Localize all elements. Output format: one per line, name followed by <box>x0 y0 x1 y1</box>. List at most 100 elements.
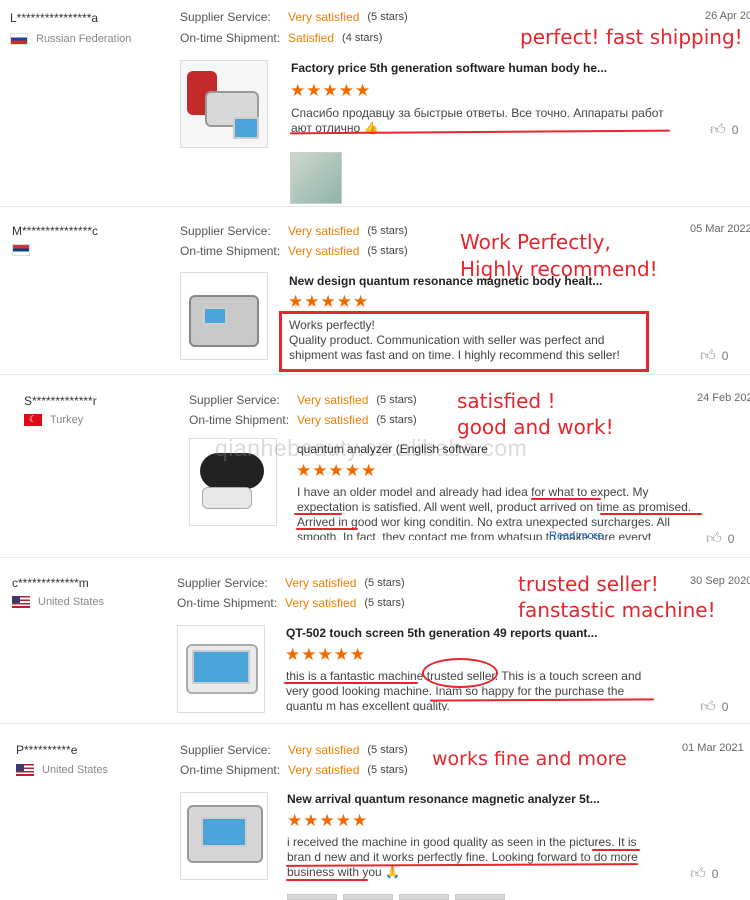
shipment-value: Very satisfied <box>288 763 360 777</box>
shipment-stars: (5 stars) <box>367 764 408 776</box>
review-date: 05 Mar 2022 <box>690 223 750 235</box>
review-photo[interactable] <box>287 894 337 900</box>
review-date: 26 Apr 2022 <box>705 10 750 22</box>
supplier-service-rating: Supplier Service: Very satisfied (5 star… <box>189 393 417 407</box>
review-card: P**********e United States Supplier Serv… <box>0 724 750 900</box>
like-button[interactable]: 👍︎ 0 <box>700 698 728 716</box>
shipment-rating: On-time Shipment: Very satisfied (5 star… <box>189 413 417 427</box>
product-title[interactable]: QT-502 touch screen 5th generation 49 re… <box>286 626 597 640</box>
like-count: 0 <box>731 123 739 137</box>
annotation-note: trusted seller! <box>518 572 659 596</box>
thumbs-up-icon: 👍︎ <box>700 347 716 364</box>
device-screen <box>201 817 247 847</box>
shipment-label: On-time Shipment: <box>180 763 281 777</box>
star-rating: ★★★★★ <box>285 645 367 664</box>
usa-flag-icon <box>12 596 30 608</box>
supplier-service-label: Supplier Service: <box>180 10 271 24</box>
shipment-rating: On-time Shipment: Satisfied (4 stars) <box>180 31 382 45</box>
supplier-service-value: Very satisfied <box>297 393 369 407</box>
star-rating: ★★★★★ <box>288 292 370 311</box>
country-name: United States <box>38 596 105 608</box>
turkey-flag-icon <box>24 413 42 426</box>
device-screen <box>233 117 259 139</box>
supplier-service-value: Very satisfied <box>288 224 360 238</box>
review-date: 24 Feb 2022 <box>697 392 750 404</box>
shipment-value: Very satisfied <box>297 413 369 427</box>
supplier-service-stars: (5 stars) <box>367 11 408 23</box>
thumbs-up-icon: 👍︎ <box>706 530 722 547</box>
read-more-link[interactable]: Read more <box>549 530 603 542</box>
country-name: Turkey <box>50 414 84 426</box>
watermark-text: qianhebeauty.en.alibaba.com <box>215 435 528 461</box>
shipment-rating: On-time Shipment: Very satisfied (5 star… <box>180 763 408 777</box>
product-title[interactable]: New design quantum resonance magnetic bo… <box>289 274 602 288</box>
reviewer-name: P**********e <box>16 743 78 757</box>
reviewer-country: United States <box>16 764 108 776</box>
product-title[interactable]: Factory price 5th generation software hu… <box>291 61 607 75</box>
supplier-service-stars: (5 stars) <box>367 225 408 237</box>
supplier-service-value: Very satisfied <box>285 576 357 590</box>
shipment-label: On-time Shipment: <box>189 413 290 427</box>
annotation-note: perfect! fast shipping! <box>520 25 743 49</box>
supplier-service-label: Supplier Service: <box>189 393 280 407</box>
supplier-service-label: Supplier Service: <box>177 576 268 590</box>
review-photo[interactable] <box>455 894 505 900</box>
like-count: 0 <box>711 867 719 881</box>
review-card: M***************c Supplier Service: Very… <box>0 207 750 375</box>
annotation-underline <box>296 528 358 530</box>
reviewer-country <box>12 244 38 256</box>
like-count: 0 <box>721 349 729 363</box>
shipment-stars: (5 stars) <box>364 597 405 609</box>
shipment-value: Very satisfied <box>285 596 357 610</box>
reviewer-country: United States <box>12 596 104 608</box>
review-photo[interactable] <box>290 152 342 204</box>
device-screen <box>192 650 250 684</box>
highlight-circle <box>422 658 498 688</box>
review-date: 01 Mar 2021 <box>682 742 744 754</box>
supplier-service-value: Very satisfied <box>288 743 360 757</box>
shipment-label: On-time Shipment: <box>180 244 281 258</box>
review-card: c*************m United States Supplier S… <box>0 558 750 724</box>
reviewer-country: Russian Federation <box>10 33 131 45</box>
thumbs-up-icon: 👍︎ <box>710 121 726 138</box>
reviewer-name: c*************m <box>12 576 89 590</box>
product-thumbnail[interactable] <box>180 792 268 880</box>
usa-flag-icon <box>16 764 34 776</box>
star-rating: ★★★★★ <box>296 461 378 480</box>
shipment-rating: On-time Shipment: Very satisfied (5 star… <box>180 244 408 258</box>
annotation-underline <box>284 682 418 684</box>
reviewer-name: L****************a <box>10 11 99 25</box>
country-name: United States <box>42 764 109 776</box>
supplier-service-label: Supplier Service: <box>180 743 271 757</box>
like-count: 0 <box>727 532 735 546</box>
reviewer-name: M***************c <box>12 224 99 238</box>
product-title[interactable]: New arrival quantum resonance magnetic a… <box>287 792 600 806</box>
product-thumbnail[interactable] <box>177 625 265 713</box>
star-rating: ★★★★★ <box>287 811 369 830</box>
annotation-note: satisfied ! <box>457 389 556 413</box>
review-photo[interactable] <box>343 894 393 900</box>
shipment-value: Satisfied <box>288 31 335 45</box>
review-photo[interactable] <box>399 894 449 900</box>
annotation-underline <box>592 849 640 851</box>
supplier-service-stars: (5 stars) <box>376 394 417 406</box>
shipment-stars: (4 stars) <box>342 32 383 44</box>
product-thumbnail[interactable] <box>180 272 268 360</box>
like-count: 0 <box>721 700 729 714</box>
review-text: i received the machine in good quality a… <box>287 835 638 879</box>
shipment-label: On-time Shipment: <box>177 596 278 610</box>
review-date: 30 Sep 2020 <box>690 575 750 587</box>
supplier-service-rating: Supplier Service: Very satisfied (5 star… <box>180 10 408 24</box>
shipment-value: Very satisfied <box>288 244 360 258</box>
russia-flag-icon <box>10 33 28 45</box>
product-thumbnail[interactable] <box>180 60 268 148</box>
annotation-note: fanstastic machine! <box>518 598 716 622</box>
thumbs-up-icon: 👍︎ <box>700 698 716 715</box>
annotation-underline <box>286 879 368 881</box>
like-button[interactable]: 👍︎ 0 <box>690 865 718 883</box>
like-button[interactable]: 👍︎ 0 <box>710 121 738 139</box>
supplier-service-rating: Supplier Service: Very satisfied (5 star… <box>180 743 408 757</box>
star-rating: ★★★★★ <box>290 81 372 100</box>
like-button[interactable]: 👍︎ 0 <box>700 347 728 365</box>
like-button[interactable]: 👍︎ 0 <box>706 530 734 548</box>
